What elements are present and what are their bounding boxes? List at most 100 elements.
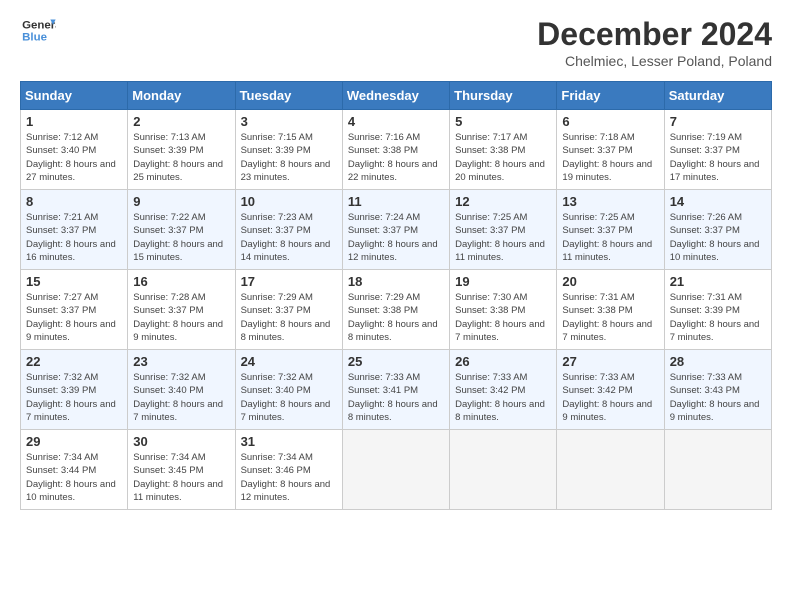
calendar-cell: 29 Sunrise: 7:34 AM Sunset: 3:44 PM Dayl… (21, 430, 128, 510)
sunrise-label: Sunrise: 7:26 AM (670, 212, 742, 223)
sunset-label: Sunset: 3:39 PM (241, 145, 311, 156)
daylight-label: Daylight: 8 hours and 8 minutes. (348, 319, 438, 343)
logo: General Blue (20, 16, 56, 46)
day-info: Sunrise: 7:34 AM Sunset: 3:45 PM Dayligh… (133, 451, 229, 504)
day-number: 1 (26, 114, 122, 129)
sunrise-label: Sunrise: 7:32 AM (241, 372, 313, 383)
sunrise-label: Sunrise: 7:28 AM (133, 292, 205, 303)
sunrise-label: Sunrise: 7:33 AM (562, 372, 634, 383)
day-number: 21 (670, 274, 766, 289)
daylight-label: Daylight: 8 hours and 8 minutes. (348, 399, 438, 423)
day-number: 7 (670, 114, 766, 129)
calendar-title: December 2024 (537, 16, 772, 53)
sunset-label: Sunset: 3:37 PM (562, 225, 632, 236)
day-info: Sunrise: 7:26 AM Sunset: 3:37 PM Dayligh… (670, 211, 766, 264)
sunset-label: Sunset: 3:38 PM (562, 305, 632, 316)
sunrise-label: Sunrise: 7:31 AM (562, 292, 634, 303)
daylight-label: Daylight: 8 hours and 7 minutes. (562, 319, 652, 343)
day-number: 23 (133, 354, 229, 369)
calendar-cell: 18 Sunrise: 7:29 AM Sunset: 3:38 PM Dayl… (342, 270, 449, 350)
daylight-label: Daylight: 8 hours and 9 minutes. (133, 319, 223, 343)
sunrise-label: Sunrise: 7:15 AM (241, 132, 313, 143)
day-number: 18 (348, 274, 444, 289)
daylight-label: Daylight: 8 hours and 27 minutes. (26, 159, 116, 183)
header: General Blue December 2024 Chelmiec, Les… (20, 16, 772, 69)
calendar-cell: 3 Sunrise: 7:15 AM Sunset: 3:39 PM Dayli… (235, 110, 342, 190)
calendar-cell (557, 430, 664, 510)
calendar-cell (450, 430, 557, 510)
sunrise-label: Sunrise: 7:13 AM (133, 132, 205, 143)
sunrise-label: Sunrise: 7:23 AM (241, 212, 313, 223)
daylight-label: Daylight: 8 hours and 17 minutes. (670, 159, 760, 183)
sunset-label: Sunset: 3:37 PM (670, 145, 740, 156)
day-number: 25 (348, 354, 444, 369)
daylight-label: Daylight: 8 hours and 7 minutes. (670, 319, 760, 343)
col-thursday: Thursday (450, 82, 557, 110)
day-number: 31 (241, 434, 337, 449)
sunset-label: Sunset: 3:42 PM (455, 385, 525, 396)
day-info: Sunrise: 7:21 AM Sunset: 3:37 PM Dayligh… (26, 211, 122, 264)
day-info: Sunrise: 7:32 AM Sunset: 3:39 PM Dayligh… (26, 371, 122, 424)
calendar-cell: 10 Sunrise: 7:23 AM Sunset: 3:37 PM Dayl… (235, 190, 342, 270)
day-info: Sunrise: 7:30 AM Sunset: 3:38 PM Dayligh… (455, 291, 551, 344)
daylight-label: Daylight: 8 hours and 9 minutes. (26, 319, 116, 343)
day-number: 6 (562, 114, 658, 129)
calendar-cell: 12 Sunrise: 7:25 AM Sunset: 3:37 PM Dayl… (450, 190, 557, 270)
day-info: Sunrise: 7:13 AM Sunset: 3:39 PM Dayligh… (133, 131, 229, 184)
sunrise-label: Sunrise: 7:24 AM (348, 212, 420, 223)
sunrise-label: Sunrise: 7:25 AM (455, 212, 527, 223)
daylight-label: Daylight: 8 hours and 9 minutes. (670, 399, 760, 423)
calendar-week-row: 8 Sunrise: 7:21 AM Sunset: 3:37 PM Dayli… (21, 190, 772, 270)
sunset-label: Sunset: 3:44 PM (26, 465, 96, 476)
calendar-cell (342, 430, 449, 510)
sunrise-label: Sunrise: 7:18 AM (562, 132, 634, 143)
col-saturday: Saturday (664, 82, 771, 110)
daylight-label: Daylight: 8 hours and 7 minutes. (26, 399, 116, 423)
daylight-label: Daylight: 8 hours and 10 minutes. (26, 479, 116, 503)
day-number: 2 (133, 114, 229, 129)
day-info: Sunrise: 7:29 AM Sunset: 3:37 PM Dayligh… (241, 291, 337, 344)
day-number: 16 (133, 274, 229, 289)
daylight-label: Daylight: 8 hours and 22 minutes. (348, 159, 438, 183)
sunset-label: Sunset: 3:46 PM (241, 465, 311, 476)
calendar-week-row: 29 Sunrise: 7:34 AM Sunset: 3:44 PM Dayl… (21, 430, 772, 510)
daylight-label: Daylight: 8 hours and 19 minutes. (562, 159, 652, 183)
sunset-label: Sunset: 3:39 PM (670, 305, 740, 316)
sunset-label: Sunset: 3:37 PM (241, 305, 311, 316)
sunset-label: Sunset: 3:42 PM (562, 385, 632, 396)
sunrise-label: Sunrise: 7:17 AM (455, 132, 527, 143)
sunset-label: Sunset: 3:38 PM (348, 305, 418, 316)
calendar-cell: 23 Sunrise: 7:32 AM Sunset: 3:40 PM Dayl… (128, 350, 235, 430)
daylight-label: Daylight: 8 hours and 20 minutes. (455, 159, 545, 183)
sunrise-label: Sunrise: 7:34 AM (133, 452, 205, 463)
day-info: Sunrise: 7:33 AM Sunset: 3:43 PM Dayligh… (670, 371, 766, 424)
sunset-label: Sunset: 3:39 PM (26, 385, 96, 396)
day-number: 9 (133, 194, 229, 209)
sunrise-label: Sunrise: 7:27 AM (26, 292, 98, 303)
day-number: 17 (241, 274, 337, 289)
daylight-label: Daylight: 8 hours and 12 minutes. (241, 479, 331, 503)
col-wednesday: Wednesday (342, 82, 449, 110)
day-info: Sunrise: 7:12 AM Sunset: 3:40 PM Dayligh… (26, 131, 122, 184)
calendar-cell: 17 Sunrise: 7:29 AM Sunset: 3:37 PM Dayl… (235, 270, 342, 350)
sunrise-label: Sunrise: 7:25 AM (562, 212, 634, 223)
day-number: 24 (241, 354, 337, 369)
day-number: 10 (241, 194, 337, 209)
svg-text:Blue: Blue (22, 32, 47, 44)
daylight-label: Daylight: 8 hours and 11 minutes. (133, 479, 223, 503)
calendar-cell: 28 Sunrise: 7:33 AM Sunset: 3:43 PM Dayl… (664, 350, 771, 430)
day-info: Sunrise: 7:27 AM Sunset: 3:37 PM Dayligh… (26, 291, 122, 344)
daylight-label: Daylight: 8 hours and 8 minutes. (455, 399, 545, 423)
sunset-label: Sunset: 3:37 PM (455, 225, 525, 236)
calendar-cell (664, 430, 771, 510)
sunrise-label: Sunrise: 7:30 AM (455, 292, 527, 303)
day-info: Sunrise: 7:31 AM Sunset: 3:38 PM Dayligh… (562, 291, 658, 344)
calendar-cell: 11 Sunrise: 7:24 AM Sunset: 3:37 PM Dayl… (342, 190, 449, 270)
sunrise-label: Sunrise: 7:33 AM (670, 372, 742, 383)
daylight-label: Daylight: 8 hours and 23 minutes. (241, 159, 331, 183)
calendar-cell: 31 Sunrise: 7:34 AM Sunset: 3:46 PM Dayl… (235, 430, 342, 510)
day-number: 4 (348, 114, 444, 129)
calendar-cell: 4 Sunrise: 7:16 AM Sunset: 3:38 PM Dayli… (342, 110, 449, 190)
calendar-table: Sunday Monday Tuesday Wednesday Thursday… (20, 81, 772, 510)
sunrise-label: Sunrise: 7:29 AM (241, 292, 313, 303)
